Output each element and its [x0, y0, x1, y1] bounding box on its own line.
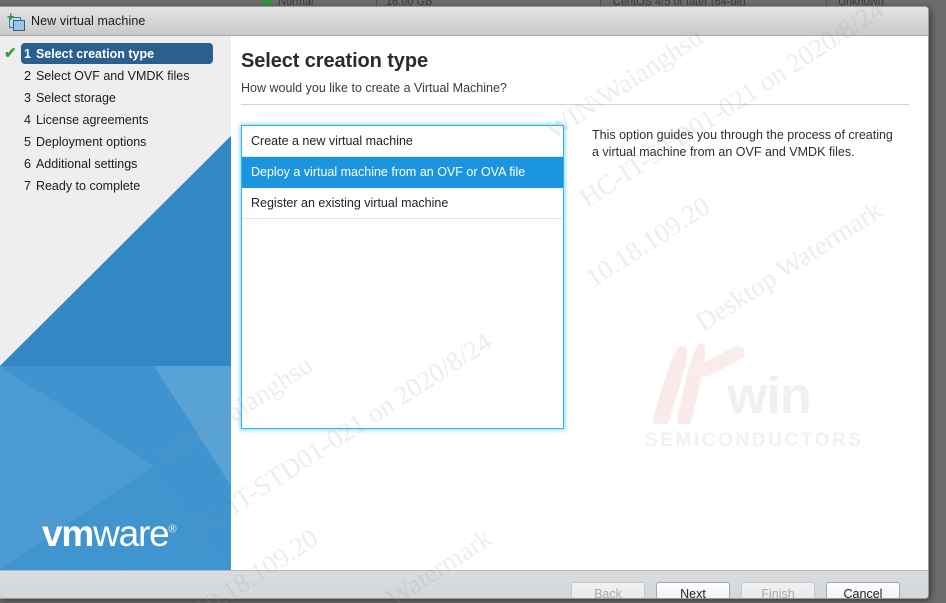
wizard-step-number: 2: [24, 68, 31, 83]
wizard-step-number: 7: [24, 178, 31, 193]
wizard-step-number: 4: [24, 112, 31, 127]
step-complete-check-icon: ✔: [4, 45, 17, 62]
wizard-main-panel: win SEMICONDUCTORS Select creation type …: [231, 36, 927, 570]
wizard-step-list: ✔ 1 Select creation type 2 Select OVF and VM…: [0, 36, 231, 196]
page-title: Select creation type: [241, 50, 428, 72]
wizard-step-7[interactable]: 7 Ready to complete: [0, 175, 231, 196]
dialog-footer: Back Next Finish Cancel: [0, 570, 928, 598]
wizard-step-label: Select creation type: [35, 46, 155, 61]
next-button[interactable]: Next: [656, 581, 730, 598]
wizard-step-6[interactable]: 6 Additional settings: [0, 153, 231, 174]
creation-type-option[interactable]: Create a new virtual machine: [242, 126, 563, 157]
back-button: Back: [571, 581, 645, 598]
creation-type-option[interactable]: Register an existing virtual machine: [242, 188, 563, 219]
wizard-step-label: Deployment options: [35, 134, 147, 149]
new-virtual-machine-dialog: + New virtual machine ✔ 1 Select creation …: [0, 6, 929, 599]
option-description: This option guides you through the proce…: [592, 128, 893, 159]
wizard-step-label: License agreements: [35, 112, 149, 127]
content-columns: Create a new virtual machine Deploy a vir…: [241, 125, 909, 429]
vmware-logo-bold: vm: [42, 513, 94, 554]
wizard-step-3[interactable]: 3 Select storage: [0, 87, 231, 108]
wizard-step-5[interactable]: 5 Deployment options: [0, 131, 231, 152]
creation-type-option[interactable]: Deploy a virtual machine from an OVF or …: [242, 157, 563, 188]
wizard-step-number: 3: [24, 90, 31, 105]
new-virtual-machine-icon: +: [7, 10, 25, 31]
page-subtitle: How would you like to create a Virtual M…: [241, 81, 507, 95]
dialog-titlebar: + New virtual machine: [0, 7, 928, 36]
wizard-step-label: Additional settings: [35, 156, 138, 171]
wizard-sidebar: ✔ 1 Select creation type 2 Select OVF and VM…: [0, 36, 231, 570]
finish-button: Finish: [741, 581, 815, 598]
wizard-step-2[interactable]: 2 Select OVF and VMDK files: [0, 65, 231, 86]
wizard-step-1[interactable]: ✔ 1 Select creation type: [0, 43, 231, 64]
wizard-step-number: 5: [24, 134, 31, 149]
dialog-body: ✔ 1 Select creation type 2 Select OVF and VM…: [0, 36, 928, 570]
wizard-step-4[interactable]: 4 License agreements: [0, 109, 231, 130]
cancel-button[interactable]: Cancel: [826, 581, 900, 598]
wizard-step-label: Ready to complete: [35, 178, 141, 193]
screen: Normal 16.00 GB CentOS 4/5 or later (64-bi…: [0, 0, 946, 603]
header-divider: [241, 104, 909, 105]
wizard-step-number: 1: [24, 46, 31, 61]
wizard-step-label: Select storage: [35, 90, 116, 105]
wizard-step-label: Select OVF and VMDK files: [35, 68, 190, 83]
background-dimmed-area: [928, 9, 946, 603]
creation-type-listbox[interactable]: Create a new virtual machine Deploy a vir…: [241, 125, 564, 429]
vmware-logo-light: ware: [93, 513, 170, 554]
vmware-logo-registered: ®: [168, 523, 177, 536]
wizard-step-number: 6: [24, 156, 31, 171]
dialog-title: New virtual machine: [31, 14, 146, 28]
watermark-semiconductors-text: SEMICONDUCTORS: [645, 430, 864, 451]
vmware-logo: vmware®: [42, 515, 177, 552]
